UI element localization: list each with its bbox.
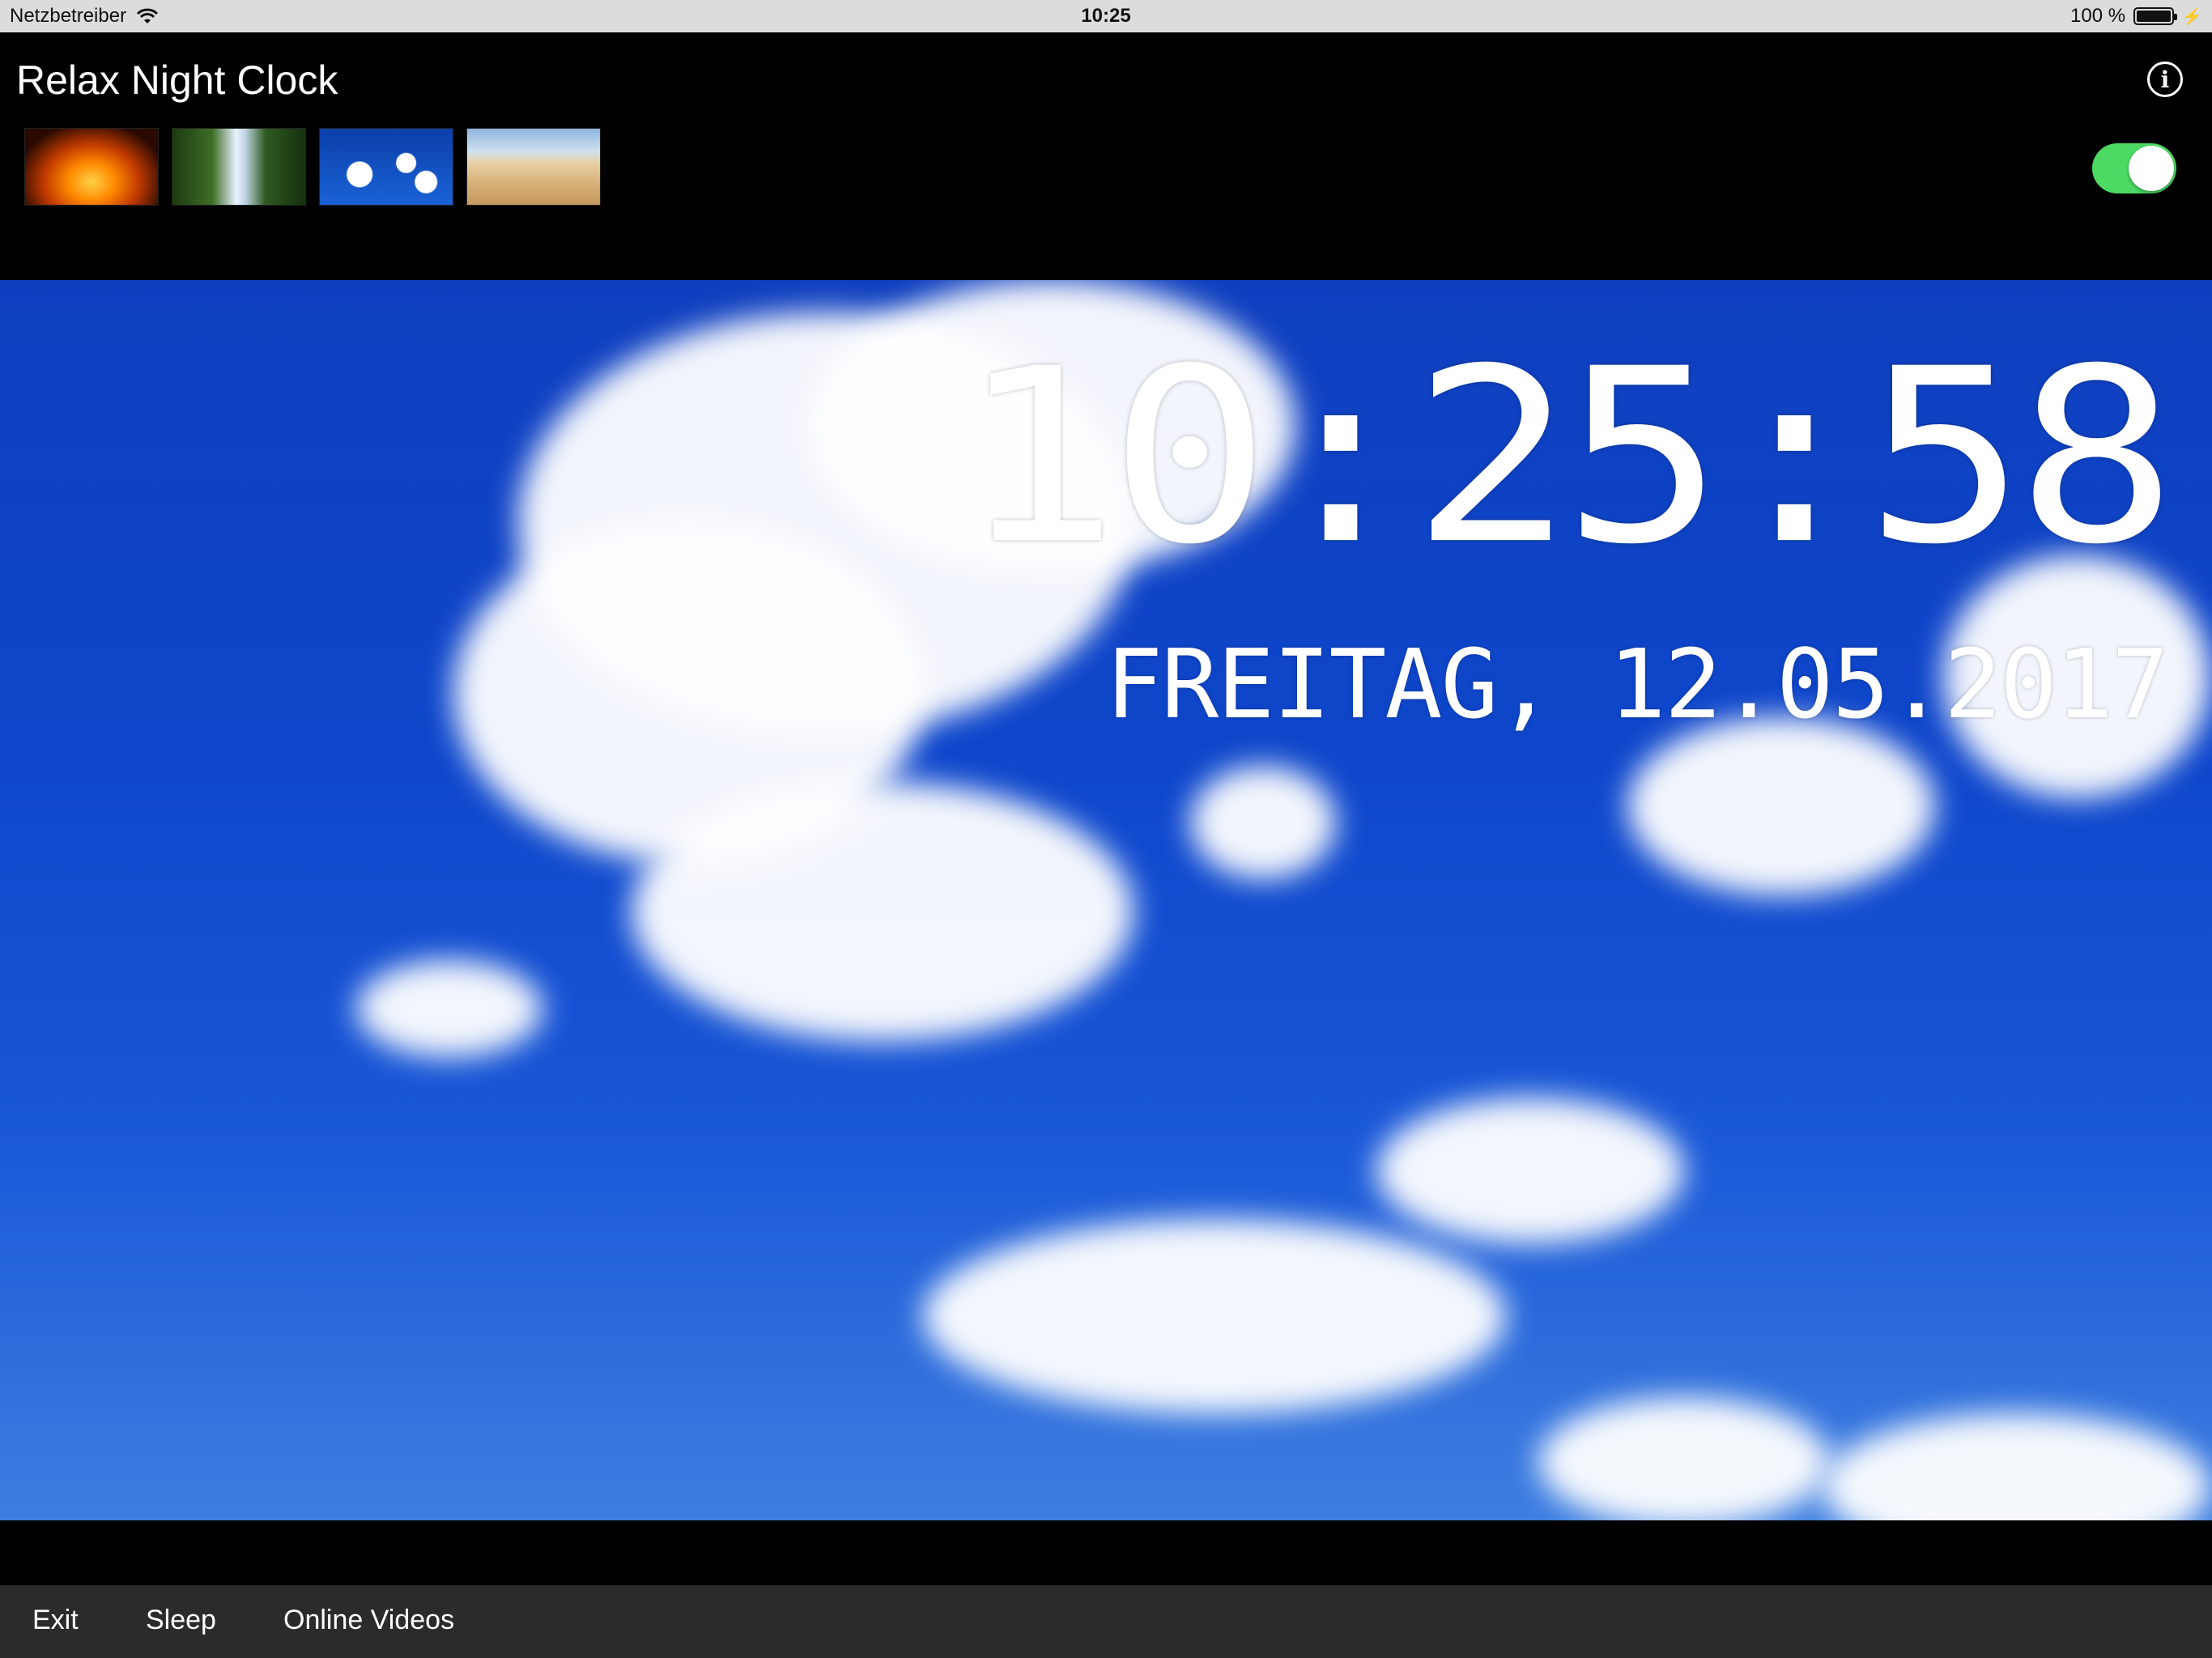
video-background[interactable]: 10:25:58 FREITAG, 12.05.2017 <box>0 280 2212 1520</box>
battery-icon <box>2133 7 2178 25</box>
toggle-knob <box>2129 146 2174 191</box>
thumb-desert[interactable] <box>466 128 601 206</box>
battery-percent: 100 % <box>2070 5 2126 27</box>
thumb-sky[interactable] <box>319 128 453 206</box>
thumb-fire[interactable] <box>24 128 159 206</box>
info-icon[interactable]: i <box>2147 62 2183 97</box>
bottom-toolbar: Exit Sleep Online Videos <box>0 1585 2212 1658</box>
charging-icon: ⚡ <box>2182 7 2202 26</box>
video-thumbnails <box>24 128 601 206</box>
status-bar: Netzbetreiber 10:25 100 % ⚡ <box>0 0 2212 32</box>
online-videos-button[interactable]: Online Videos <box>283 1605 454 1636</box>
clock-date: FREITAG, 12.05.2017 <box>1105 628 2169 740</box>
app-title: Relax Night Clock <box>16 57 338 103</box>
clock-toggle[interactable] <box>2092 143 2176 193</box>
clock-time: 10:25:58 <box>958 317 2177 597</box>
status-time: 10:25 <box>1081 5 1131 27</box>
thumb-waterfall[interactable] <box>172 128 306 206</box>
exit-button[interactable]: Exit <box>32 1605 79 1636</box>
sleep-button[interactable]: Sleep <box>146 1605 216 1636</box>
